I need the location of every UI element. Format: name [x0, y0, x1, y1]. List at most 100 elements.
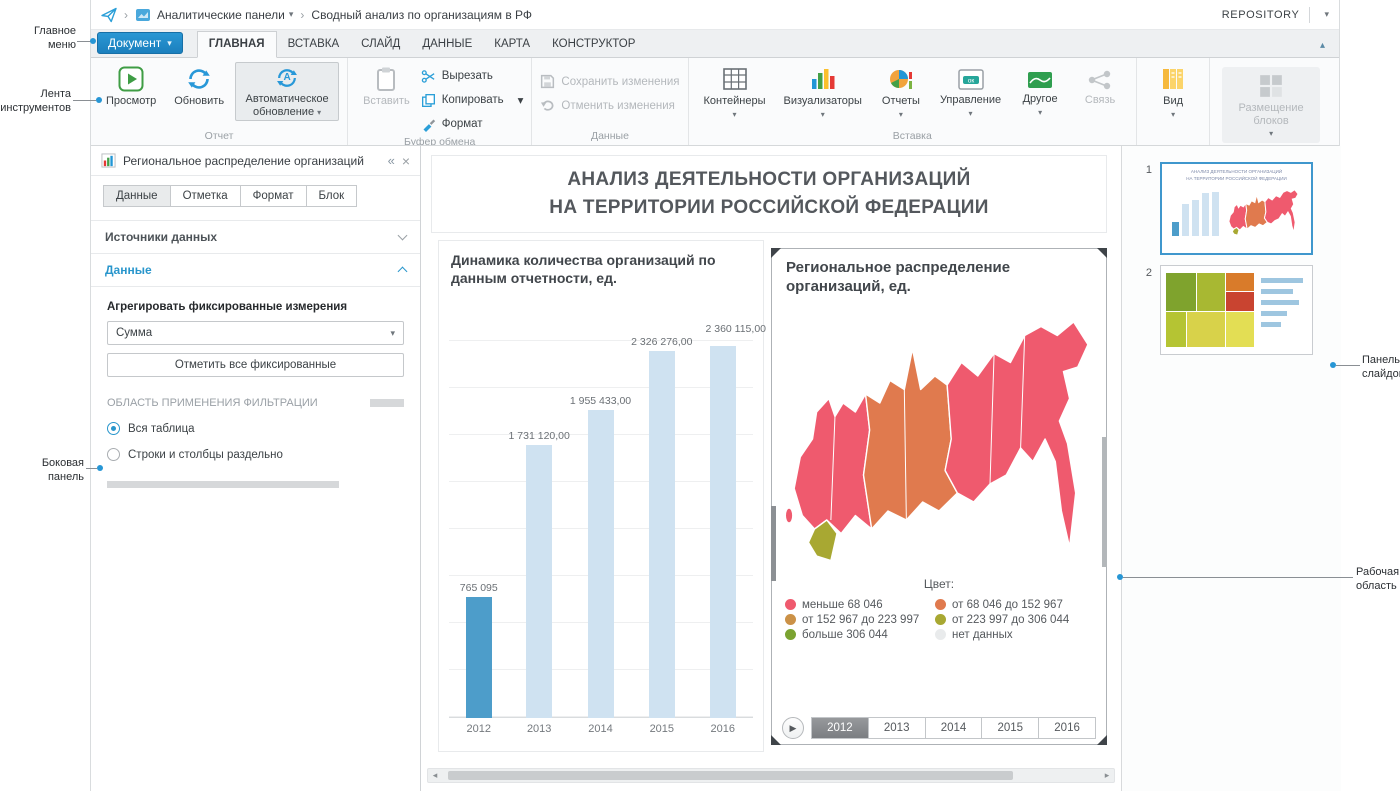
side-tab-mark[interactable]: Отметка: [170, 185, 241, 207]
aggregate-select[interactable]: Сумма ▾: [107, 321, 404, 345]
slide-item[interactable]: 2: [1122, 265, 1341, 355]
undo-changes-button[interactable]: Отменить изменения: [540, 98, 679, 113]
dropdown-caret-icon: ▾: [317, 108, 321, 117]
panel-collapse-icon[interactable]: «: [388, 153, 395, 168]
document-menu-button[interactable]: Документ ▾: [97, 32, 183, 54]
ribbon-group-data: Сохранить изменения Отменить изменения Д…: [532, 58, 688, 145]
slide-thumbnail-1[interactable]: АНАЛИЗ ДЕЯТЕЛЬНОСТИ ОРГАНИЗАЦИЙ НА ТЕРРИ…: [1160, 162, 1313, 255]
map-block[interactable]: Региональное распределение организаций, …: [771, 248, 1107, 745]
bar[interactable]: [649, 351, 675, 718]
visualizers-button[interactable]: Визуализаторы ▾: [777, 62, 869, 122]
bar-chart-block[interactable]: Динамика количества организаций по данны…: [438, 240, 764, 752]
bar-column[interactable]: 765 0952012: [449, 301, 509, 738]
slide-thumbnail-2[interactable]: [1160, 265, 1313, 355]
paste-button[interactable]: Вставить: [356, 62, 417, 111]
panel-close-icon[interactable]: ×: [402, 153, 410, 169]
russia-map[interactable]: [786, 313, 1092, 565]
selection-handle[interactable]: [1097, 735, 1107, 745]
tab-constructor[interactable]: КОНСТРУКТОР: [541, 32, 646, 57]
year-button[interactable]: 2014: [925, 718, 982, 738]
legend-item: от 223 997 до 306 044: [935, 614, 1093, 626]
section-data-label: Данные: [105, 263, 152, 277]
dashboard-title-line2: НА ТЕРРИТОРИИ РОССИЙСКОЙ ФЕДЕРАЦИИ: [549, 194, 988, 223]
bar-value-label: 2 360 115,00: [705, 323, 766, 335]
year-button[interactable]: 2012: [812, 718, 868, 738]
selection-handle-left[interactable]: [771, 506, 776, 581]
section-data[interactable]: Данные: [91, 254, 420, 287]
bar-column[interactable]: 1 955 433,002014: [570, 301, 631, 738]
year-button[interactable]: 2015: [981, 718, 1038, 738]
format-button[interactable]: Формат: [421, 114, 524, 134]
bar-column[interactable]: 1 731 120,002013: [509, 301, 570, 738]
section-data-sources[interactable]: Источники данных: [91, 220, 420, 254]
sidebar-scrollbar[interactable]: [107, 481, 339, 488]
tab-insert[interactable]: ВСТАВКА: [277, 32, 351, 57]
mini-map: [1227, 188, 1299, 236]
scroll-right-icon[interactable]: ▸: [1100, 770, 1114, 781]
tab-map[interactable]: КАРТА: [483, 32, 541, 57]
bar[interactable]: [710, 346, 736, 718]
radio-whole-table[interactable]: Вся таблица: [107, 422, 404, 435]
containers-caret-icon: ▾: [732, 111, 736, 119]
tab-slide[interactable]: СЛАЙД: [350, 32, 411, 57]
legend-label: от 223 997 до 306 044: [952, 614, 1069, 626]
ribbon-collapse-icon[interactable]: ▴: [1314, 34, 1331, 57]
containers-button[interactable]: Контейнеры ▾: [697, 62, 773, 122]
view-caret-icon: ▾: [1171, 111, 1175, 119]
bar[interactable]: [588, 410, 614, 718]
tab-home[interactable]: ГЛАВНАЯ: [197, 31, 277, 58]
preview-button[interactable]: Просмотр: [99, 62, 163, 111]
year-button[interactable]: 2016: [1038, 718, 1095, 738]
map-region[interactable]: [786, 508, 792, 522]
repository-caret-icon[interactable]: ▾: [1324, 9, 1329, 20]
other-icon: [1027, 70, 1053, 90]
side-tab-format[interactable]: Формат: [240, 185, 307, 207]
refresh-label: Обновить: [174, 95, 224, 108]
bar[interactable]: [466, 597, 492, 718]
radio-rows-cols[interactable]: Строки и столбцы раздельно: [107, 448, 404, 461]
canvas-horizontal-scrollbar[interactable]: ◂ ▸: [427, 768, 1115, 783]
bar-column[interactable]: 2 326 276,002015: [631, 301, 692, 738]
side-tab-data[interactable]: Данные: [103, 185, 171, 207]
breadcrumb-panels[interactable]: Аналитические панели: [157, 8, 285, 22]
mark-all-button[interactable]: Отметить все фиксированные: [107, 353, 404, 377]
breadcrumb-caret-icon[interactable]: ▾: [289, 9, 294, 20]
tab-data[interactable]: ДАННЫЕ: [411, 32, 483, 57]
selection-handle[interactable]: [771, 735, 781, 745]
visualizers-caret-icon: ▾: [821, 111, 825, 119]
legend-item: от 152 967 до 223 997: [785, 614, 935, 626]
year-button[interactable]: 2013: [868, 718, 925, 738]
selection-handle-right[interactable]: [1102, 437, 1107, 567]
slide-item[interactable]: 1 АНАЛИЗ ДЕЯТЕЛЬНОСТИ ОРГАНИЗАЦИЙ НА ТЕР…: [1122, 162, 1341, 255]
annotation-dot-workarea: [1117, 574, 1123, 580]
legend-dot: [785, 614, 796, 625]
link-button[interactable]: Связь: [1072, 62, 1128, 110]
repository-label[interactable]: REPOSITORY: [1222, 9, 1300, 21]
breadcrumb-document[interactable]: Сводный анализ по организациям в РФ: [311, 8, 532, 22]
annotation-dot-slides: [1330, 362, 1336, 368]
bar-column[interactable]: 2 360 115,002016: [692, 301, 753, 738]
scroll-left-icon[interactable]: ◂: [428, 770, 442, 781]
scrollbar-thumb[interactable]: [448, 771, 1013, 780]
dashboard-title-block[interactable]: АНАЛИЗ ДЕЯТЕЛЬНОСТИ ОРГАНИЗАЦИЙ НА ТЕРРИ…: [431, 155, 1107, 233]
cut-button[interactable]: Вырезать: [421, 66, 524, 86]
side-tab-block[interactable]: Блок: [306, 185, 358, 207]
refresh-button[interactable]: Обновить: [167, 62, 231, 111]
management-button[interactable]: ок Управление ▾: [933, 62, 1008, 121]
block-layout-button[interactable]: Размещение блоков ▾: [1228, 69, 1314, 141]
save-changes-button[interactable]: Сохранить изменения: [540, 74, 679, 89]
other-button[interactable]: Другое ▾: [1012, 62, 1068, 120]
paper-plane-icon[interactable]: [101, 7, 117, 23]
map-region[interactable]: [945, 322, 1088, 547]
auto-refresh-icon: A: [275, 66, 299, 90]
filter-scope-scrollbar[interactable]: [370, 399, 404, 407]
legend-label: больше 306 044: [802, 629, 888, 641]
reports-button[interactable]: Отчеты ▾: [873, 62, 929, 122]
view-button[interactable]: Вид ▾: [1145, 62, 1201, 122]
play-button[interactable]: ▶: [782, 717, 804, 739]
content-area: Региональное распределение организаций «…: [91, 146, 1339, 791]
copy-button[interactable]: Копировать ▾: [421, 90, 524, 110]
bar[interactable]: [526, 445, 552, 718]
auto-refresh-button[interactable]: A Автоматическое обновление ▾: [235, 62, 339, 121]
map-region[interactable]: [864, 349, 958, 529]
